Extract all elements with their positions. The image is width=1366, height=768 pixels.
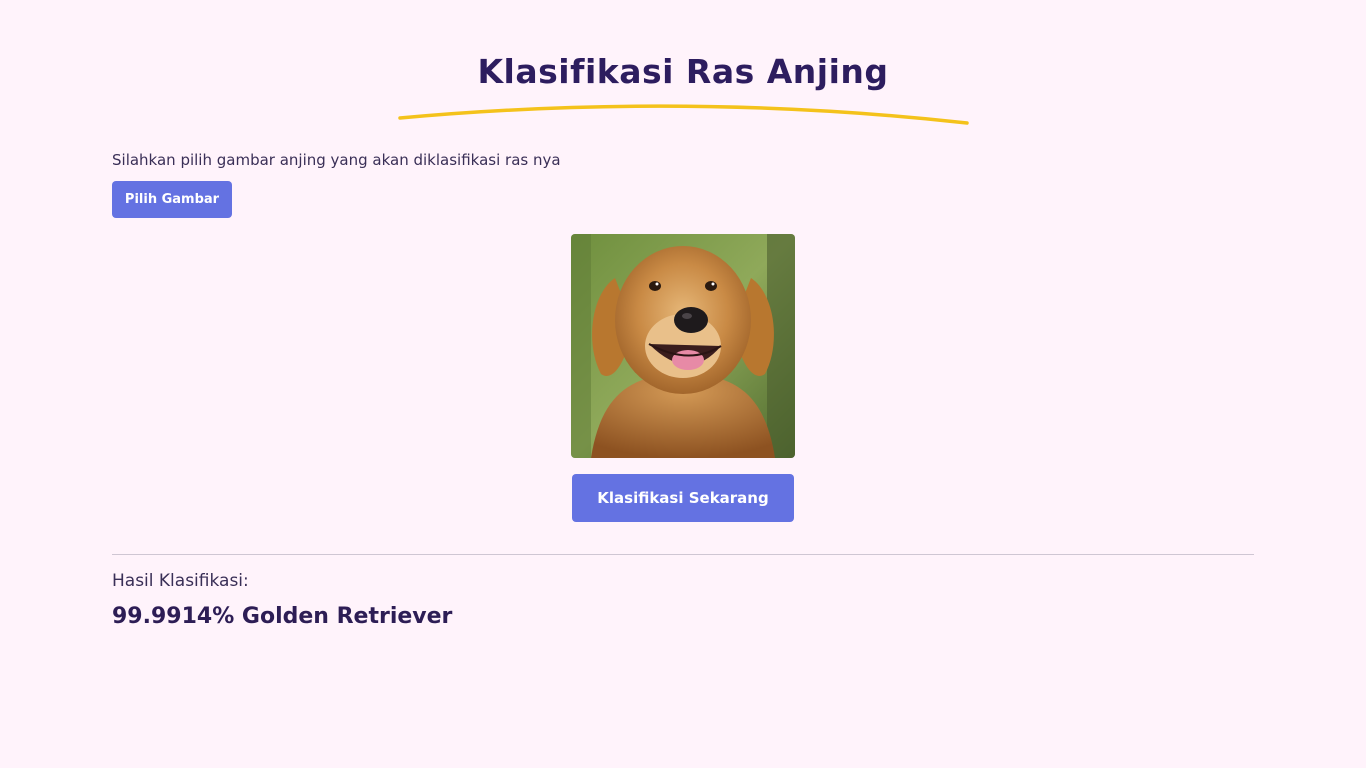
pick-image-button[interactable]: Pilih Gambar: [112, 181, 232, 218]
result-value: 99.9914% Golden Retriever: [112, 604, 453, 629]
classify-now-button[interactable]: Klasifikasi Sekarang: [572, 474, 794, 522]
dog-photo: [571, 234, 795, 458]
page: Klasifikasi Ras Anjing Silahkan pilih ga…: [0, 0, 1366, 768]
page-title: Klasifikasi Ras Anjing: [477, 52, 889, 91]
dog-image-preview: [571, 234, 795, 458]
upload-instruction: Silahkan pilih gambar anjing yang akan d…: [112, 151, 561, 169]
section-divider: [112, 554, 1254, 555]
result-label: Hasil Klasifikasi:: [112, 571, 249, 591]
title-underline-decoration: [398, 104, 969, 125]
